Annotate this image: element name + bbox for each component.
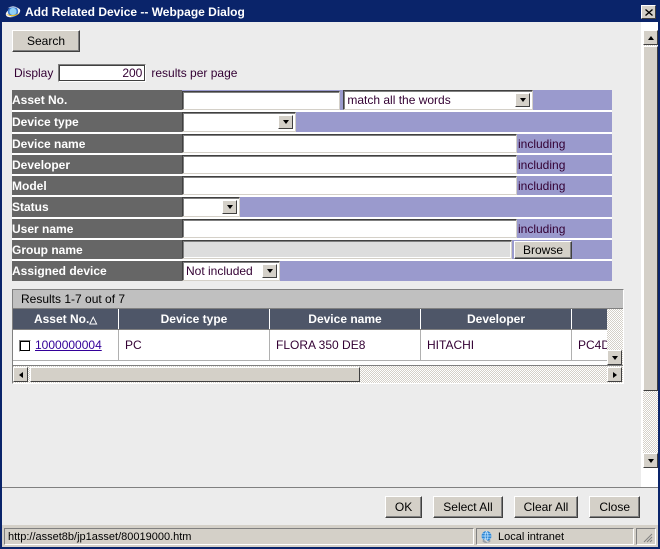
page-vertical-scrollbar[interactable] xyxy=(641,22,658,487)
display-per-page-row: Display results per page xyxy=(14,64,631,82)
results-table-viewport: Asset No.△ Device type Device name Devel… xyxy=(13,309,623,366)
results-horizontal-scroll-thumb[interactable] xyxy=(30,367,360,382)
results-header-row: Asset No.△ Device type Device name Devel… xyxy=(13,309,623,330)
model-input[interactable] xyxy=(182,176,517,195)
page-scroll-down-button[interactable] xyxy=(643,453,658,468)
ok-button[interactable]: OK xyxy=(385,496,422,518)
chevron-down-icon xyxy=(222,200,237,214)
results-per-page-label: results per page xyxy=(151,66,237,80)
title-bar: Add Related Device -- Webpage Dialog xyxy=(2,2,658,22)
results-scroll-down-button[interactable] xyxy=(607,350,622,365)
column-header-developer[interactable]: Developer xyxy=(421,309,572,330)
webpage-dialog: Add Related Device -- Webpage Dialog Sea… xyxy=(0,0,660,549)
chevron-down-icon xyxy=(278,115,293,129)
form-row-status: Status xyxy=(12,197,612,219)
form-row-group-name: Group name Browse xyxy=(12,240,612,261)
form-label-status: Status xyxy=(12,197,182,219)
group-name-browse-button[interactable]: Browse xyxy=(514,241,572,259)
form-row-user-name: User name including xyxy=(12,219,612,240)
clear-all-button[interactable]: Clear All xyxy=(514,496,579,518)
status-zone-label: Local intranet xyxy=(498,531,564,543)
results-table: Asset No.△ Device type Device name Devel… xyxy=(13,309,623,361)
developer-including-label: including xyxy=(517,158,565,172)
results-panel: Results 1-7 out of 7 Asset No.△ Device t… xyxy=(12,289,624,384)
form-label-group-name: Group name xyxy=(12,240,182,261)
device-type-select[interactable] xyxy=(182,112,296,132)
table-row: 1000000004 PC FLORA 350 DE8 HITACHI PC4D… xyxy=(13,330,623,361)
chevron-down-icon xyxy=(262,264,277,278)
form-row-model: Model including xyxy=(12,176,612,197)
assigned-device-select-value: Not included xyxy=(183,262,262,280)
dialog-button-bar: OK Select All Clear All Close xyxy=(2,487,658,525)
form-row-assigned-device: Assigned device Not included xyxy=(12,261,612,281)
status-select[interactable] xyxy=(182,197,240,217)
results-scroll-left-button[interactable] xyxy=(13,367,28,382)
globe-icon xyxy=(480,530,494,544)
chevron-down-icon xyxy=(515,93,530,107)
column-header-device-type[interactable]: Device type xyxy=(119,309,270,330)
form-label-model: Model xyxy=(12,176,182,197)
search-form-table: Asset No. match all the words Device typ… xyxy=(12,90,612,281)
page-vertical-scroll-thumb[interactable] xyxy=(643,46,658,391)
asset-no-link[interactable]: 1000000004 xyxy=(35,338,102,352)
results-horizontal-scrollbar[interactable] xyxy=(13,366,623,383)
developer-input[interactable] xyxy=(182,155,517,174)
resize-grip-icon xyxy=(641,531,653,543)
device-name-input[interactable] xyxy=(182,134,517,153)
results-per-page-input[interactable] xyxy=(58,64,146,82)
results-scroll-right-button[interactable] xyxy=(607,367,622,382)
form-label-user-name: User name xyxy=(12,219,182,240)
form-label-asset-no: Asset No. xyxy=(12,90,182,112)
column-header-asset-no-label: Asset No. xyxy=(34,312,89,326)
column-header-asset-no[interactable]: Asset No.△ xyxy=(13,309,119,330)
status-zone: Local intranet xyxy=(476,528,634,545)
asset-no-input[interactable] xyxy=(182,91,340,110)
status-select-value xyxy=(183,198,222,216)
device-type-select-value xyxy=(183,113,278,131)
form-row-device-name: Device name including xyxy=(12,134,612,155)
cell-developer: HITACHI xyxy=(421,330,572,361)
group-name-input[interactable] xyxy=(182,240,512,259)
asset-no-match-select[interactable]: match all the words xyxy=(343,90,533,110)
window-title: Add Related Device -- Webpage Dialog xyxy=(25,5,641,19)
cell-device-type: PC xyxy=(119,330,270,361)
form-row-asset-no: Asset No. match all the words xyxy=(12,90,612,112)
column-header-device-name[interactable]: Device name xyxy=(270,309,421,330)
resize-grip[interactable] xyxy=(636,528,656,545)
close-window-button[interactable] xyxy=(641,5,656,19)
user-name-including-label: including xyxy=(517,222,565,236)
model-including-label: including xyxy=(517,179,565,193)
user-name-input[interactable] xyxy=(182,219,517,238)
row-select-checkbox[interactable] xyxy=(19,340,31,352)
dialog-body: Search Display results per page Asset No… xyxy=(2,22,658,487)
form-label-device-type: Device type xyxy=(12,112,182,134)
results-vertical-scrollbar[interactable] xyxy=(607,309,623,365)
device-name-including-label: including xyxy=(517,137,565,151)
sort-ascending-icon: △ xyxy=(89,315,97,326)
cell-device-name: FLORA 350 DE8 xyxy=(270,330,421,361)
form-label-assigned-device: Assigned device xyxy=(12,261,182,281)
assigned-device-select[interactable]: Not included xyxy=(182,261,280,281)
form-label-developer: Developer xyxy=(12,155,182,176)
status-bar: http://asset8b/jp1asset/80019000.htm Loc… xyxy=(2,525,658,547)
form-row-developer: Developer including xyxy=(12,155,612,176)
asset-no-match-select-value: match all the words xyxy=(344,91,515,109)
search-button[interactable]: Search xyxy=(12,30,80,52)
status-url: http://asset8b/jp1asset/80019000.htm xyxy=(4,528,474,545)
form-row-device-type: Device type xyxy=(12,112,612,134)
page-scroll-up-button[interactable] xyxy=(643,30,658,45)
form-label-device-name: Device name xyxy=(12,134,182,155)
results-count-label: Results 1-7 out of 7 xyxy=(13,290,623,309)
internet-explorer-icon xyxy=(5,4,21,20)
close-button[interactable]: Close xyxy=(589,496,640,518)
cell-asset-no: 1000000004 xyxy=(13,330,119,361)
page-content: Search Display results per page Asset No… xyxy=(2,22,641,487)
close-icon xyxy=(645,9,653,16)
display-label: Display xyxy=(14,66,53,80)
select-all-button[interactable]: Select All xyxy=(433,496,502,518)
